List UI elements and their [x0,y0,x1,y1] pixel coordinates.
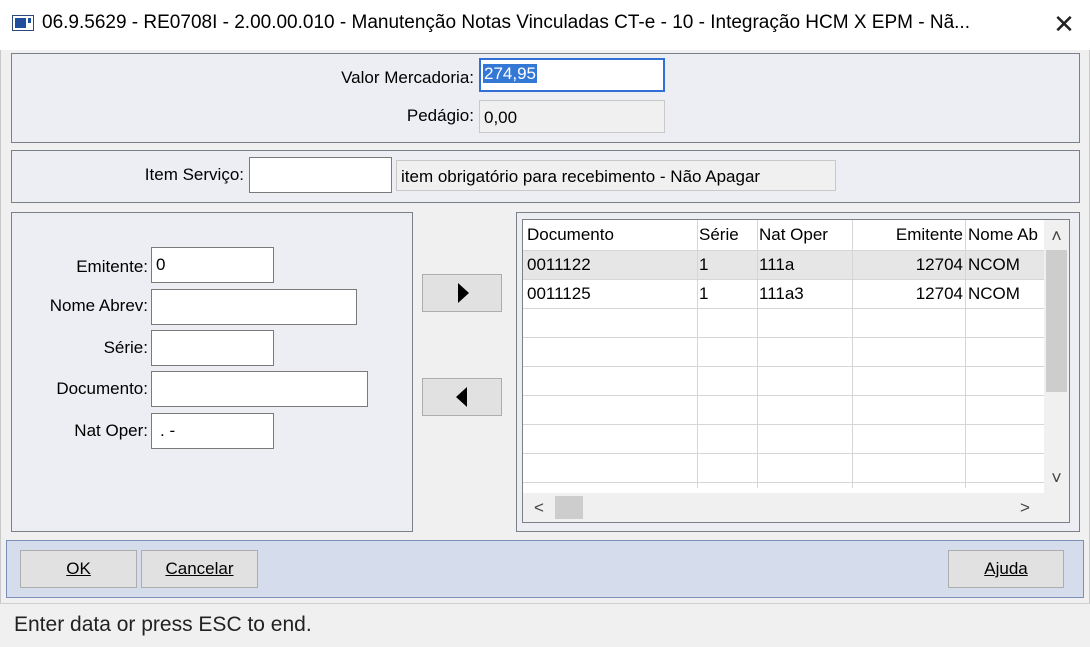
column-header-documento[interactable]: Documento [525,220,695,250]
row2-documento[interactable]: 0011125 [525,279,695,308]
scroll-down-icon[interactable]: ˅ [1044,464,1069,492]
serie-label: Série: [103,338,148,357]
status-message: Enter data or press ESC to end. [14,613,312,636]
grid-line [523,395,1044,396]
emitente-label: Emitente: [76,257,148,276]
nome-abrev-input[interactable] [151,289,357,325]
cancel-button-label: Cancelar [165,559,234,578]
row2-nome-abrev[interactable]: NCOM [966,279,1044,308]
row2-nat-oper[interactable]: 111a3 [757,279,851,308]
row1-emitente[interactable]: 12704 [853,250,965,279]
row1-documento[interactable]: 0011122 [525,250,695,279]
add-to-list-button[interactable] [422,274,502,312]
title-bar: 06.9.5629 - RE0708I - 2.00.00.010 - Manu… [0,0,1090,50]
row2-emitente[interactable]: 12704 [853,279,965,308]
help-button[interactable]: Ajuda [948,550,1064,588]
grid-line [757,220,758,488]
grid-line [523,337,1044,338]
emitente-input[interactable]: 0 [151,247,274,283]
horizontal-scroll-thumb[interactable] [555,496,583,519]
grid-line [523,250,1044,251]
right-triangle-icon [458,283,469,303]
documents-grid: Documento Série Nat Oper Emitente Nome A… [522,219,1070,523]
help-button-label: Ajuda [984,559,1028,578]
vertical-scrollbar[interactable]: ˄ ˅ [1044,220,1069,493]
grid-line [523,366,1044,367]
scroll-corner [1044,493,1069,522]
grid-line [523,424,1044,425]
column-header-nat-oper[interactable]: Nat Oper [757,220,851,250]
grid-line [523,279,1044,280]
vertical-scroll-thumb[interactable] [1046,250,1067,392]
close-icon[interactable]: ✕ [1046,4,1082,44]
valor-mercadoria-input[interactable]: 274,95 [479,58,665,92]
horizontal-scrollbar[interactable]: < > [523,493,1044,522]
grid-line [523,308,1044,309]
grid-line [697,220,698,488]
window-title: 06.9.5629 - RE0708I - 2.00.00.010 - Manu… [42,12,970,33]
grid-line [523,453,1044,454]
cancel-button[interactable]: Cancelar [141,550,258,588]
scroll-right-icon[interactable]: > [1013,493,1037,522]
nat-oper-input[interactable]: . - [151,413,274,449]
pedagio-label: Pedágio: [406,106,474,125]
remove-from-list-button[interactable] [422,378,502,416]
column-header-emitente[interactable]: Emitente [853,220,965,250]
item-servico-label: Item Serviço: [144,165,244,184]
row2-serie[interactable]: 1 [697,279,755,308]
grid-line [852,220,853,488]
documento-label: Documento: [56,379,148,398]
scroll-up-icon[interactable]: ˄ [1044,222,1069,250]
scroll-left-icon[interactable]: < [527,493,551,522]
column-header-nome-abrev[interactable]: Nome Ab [966,220,1044,250]
left-triangle-icon [456,387,467,407]
valor-mercadoria-label: Valor Mercadoria: [341,68,474,87]
item-servico-description: item obrigatório para recebimento - Não … [396,160,836,191]
row1-nome-abrev[interactable]: NCOM [966,250,1044,279]
ok-button[interactable]: OK [20,550,137,588]
pedagio-field: 0,00 [479,100,665,133]
grid-line [523,482,1044,483]
documento-input[interactable] [151,371,368,407]
row1-nat-oper[interactable]: 111a [757,250,851,279]
grid-line [965,220,966,488]
nat-oper-label: Nat Oper: [74,421,148,440]
nome-abrev-label: Nome Abrev: [49,296,148,315]
ok-button-label: OK [66,559,91,578]
column-header-serie[interactable]: Série [697,220,755,250]
row1-serie[interactable]: 1 [697,250,755,279]
app-window-icon [12,15,34,31]
serie-input[interactable] [151,330,274,366]
item-servico-input[interactable] [249,157,392,193]
